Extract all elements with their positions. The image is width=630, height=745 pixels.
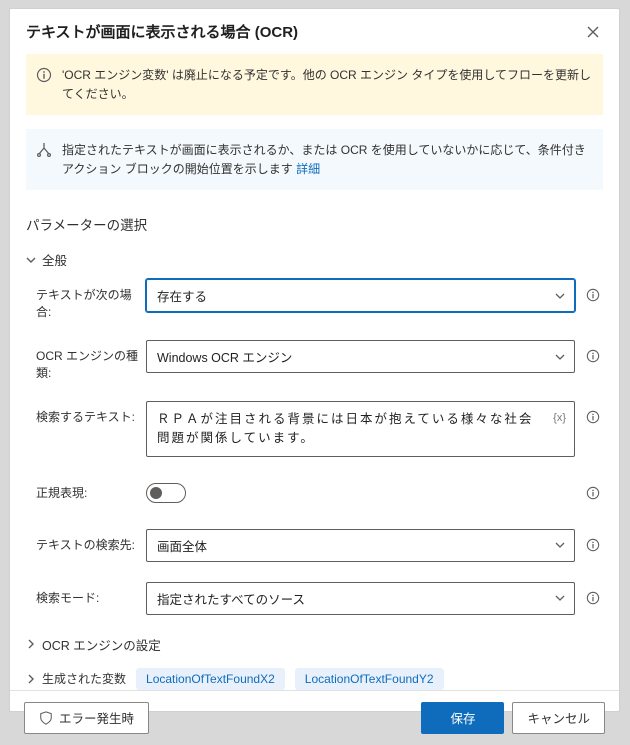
label-ocr-engine: OCR エンジンの種類: <box>36 340 146 381</box>
toggle-regex[interactable] <box>146 483 186 503</box>
fx-icon[interactable]: {x} <box>553 410 566 427</box>
close-icon <box>587 26 599 38</box>
on-error-label: エラー発生時 <box>59 708 134 727</box>
generated-vars-label: 生成された変数 <box>42 670 126 687</box>
cancel-label: キャンセル <box>527 708 590 727</box>
on-error-button[interactable]: エラー発生時 <box>24 702 149 734</box>
footer: エラー発生時 保存 キャンセル <box>10 690 619 745</box>
info-icon <box>586 486 600 500</box>
label-if-text: テキストが次の場合: <box>36 279 146 320</box>
section-ocr-settings[interactable]: OCR エンジンの設定 <box>26 635 603 654</box>
info-text-container: 指定されたテキストが画面に表示されるか、または OCR を使用していないかに応じ… <box>62 141 593 178</box>
section-general-label: 全般 <box>42 250 67 269</box>
branch-icon <box>36 142 52 158</box>
select-ocr-engine-value: Windows OCR エンジン <box>157 347 292 366</box>
info-icon <box>586 538 600 552</box>
help-if-text[interactable] <box>583 285 603 305</box>
cancel-button[interactable]: キャンセル <box>512 702 605 734</box>
info-banner: 指定されたテキストが画面に表示されるか、または OCR を使用していないかに応じ… <box>26 129 603 190</box>
titlebar: テキストが画面に表示される場合 (OCR) <box>10 9 619 54</box>
row-regex: 正規表現: <box>26 477 603 509</box>
info-text: 指定されたテキストが画面に表示されるか、または OCR を使用していないかに応じ… <box>62 143 586 176</box>
warning-text: 'OCR エンジン変数' は廃止になる予定です。他の OCR エンジン タイプを… <box>62 66 593 103</box>
params-section: パラメーターの選択 全般 テキストが次の場合: 存在する OCR エンジンの種類… <box>10 204 619 690</box>
label-search-mode: 検索モード: <box>36 582 146 606</box>
chevron-down-icon <box>554 592 566 604</box>
info-icon <box>36 67 52 83</box>
info-icon <box>586 410 600 424</box>
row-ocr-engine: OCR エンジンの種類: Windows OCR エンジン <box>26 340 603 381</box>
help-regex[interactable] <box>583 483 603 503</box>
info-link[interactable]: 詳細 <box>296 162 320 176</box>
row-search-text: 検索するテキスト: ＲＰＡが注目される背景には日本が抱えている様々な社会問題が関… <box>26 401 603 457</box>
row-search-target: テキストの検索先: 画面全体 <box>26 529 603 562</box>
select-search-mode-value: 指定されたすべてのソース <box>157 589 305 608</box>
row-generated-vars: 生成された変数 LocationOfTextFoundX2 LocationOf… <box>26 668 603 690</box>
dialog-title: テキストが画面に表示される場合 (OCR) <box>26 21 298 42</box>
select-search-target[interactable]: 画面全体 <box>146 529 575 562</box>
var-chip[interactable]: LocationOfTextFoundX2 <box>136 668 285 690</box>
var-chip[interactable]: LocationOfTextFoundY2 <box>295 668 444 690</box>
warning-banner: 'OCR エンジン変数' は廃止になる予定です。他の OCR エンジン タイプを… <box>26 54 603 115</box>
select-ocr-engine[interactable]: Windows OCR エンジン <box>146 340 575 373</box>
toggle-knob <box>150 487 162 499</box>
chevron-down-icon <box>554 290 566 302</box>
select-search-target-value: 画面全体 <box>157 536 207 555</box>
info-icon <box>586 349 600 363</box>
select-if-text-value: 存在する <box>157 286 207 305</box>
help-search-text[interactable] <box>583 407 603 427</box>
row-if-text: テキストが次の場合: 存在する <box>26 279 603 320</box>
select-if-text[interactable]: 存在する <box>146 279 575 312</box>
help-search-mode[interactable] <box>583 588 603 608</box>
save-button[interactable]: 保存 <box>421 702 504 734</box>
chevron-right-icon <box>26 639 36 649</box>
info-icon <box>586 288 600 302</box>
label-search-text: 検索するテキスト: <box>36 401 146 425</box>
row-search-mode: 検索モード: 指定されたすべてのソース <box>26 582 603 615</box>
textarea-search-text[interactable]: ＲＰＡが注目される背景には日本が抱えている様々な社会問題が関係しています。 {x… <box>146 401 575 457</box>
textarea-search-text-value: ＲＰＡが注目される背景には日本が抱えている様々な社会問題が関係しています。 <box>157 412 533 445</box>
close-button[interactable] <box>583 22 603 42</box>
chevron-down-icon <box>26 255 36 265</box>
help-ocr-engine[interactable] <box>583 346 603 366</box>
dialog: テキストが画面に表示される場合 (OCR) 'OCR エンジン変数' は廃止にな… <box>9 8 620 712</box>
select-search-mode[interactable]: 指定されたすべてのソース <box>146 582 575 615</box>
save-label: 保存 <box>450 708 475 727</box>
section-generated-vars[interactable]: 生成された変数 <box>26 670 126 687</box>
chevron-down-icon <box>554 539 566 551</box>
section-ocr-settings-label: OCR エンジンの設定 <box>42 635 161 654</box>
shield-icon <box>39 711 53 725</box>
chevron-down-icon <box>554 351 566 363</box>
section-general[interactable]: 全般 <box>26 250 603 269</box>
label-search-target: テキストの検索先: <box>36 529 146 553</box>
params-title: パラメーターの選択 <box>26 214 603 234</box>
info-icon <box>586 591 600 605</box>
chevron-right-icon <box>26 674 36 684</box>
label-regex: 正規表現: <box>36 477 146 501</box>
help-search-target[interactable] <box>583 535 603 555</box>
